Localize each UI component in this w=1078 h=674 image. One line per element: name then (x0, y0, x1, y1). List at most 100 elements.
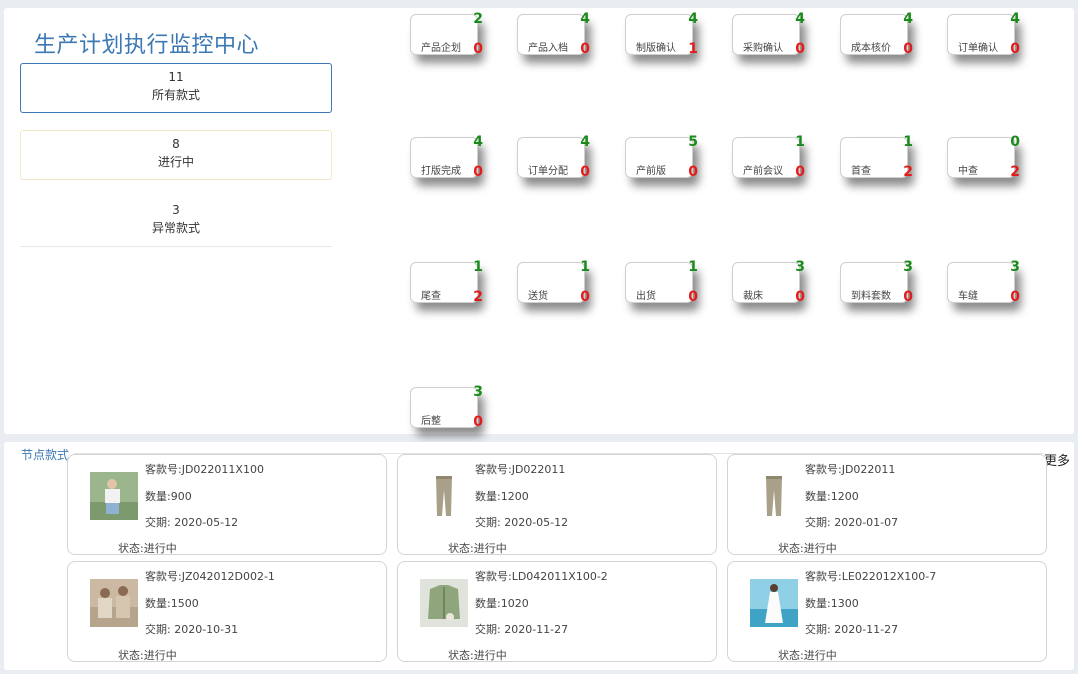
node-card[interactable]: 订单分配 4 0 (517, 134, 590, 180)
node-done-count: 1 (580, 259, 590, 275)
style-due-date: 交期: 2020-05-12 (145, 516, 239, 529)
node-abnormal-count: 0 (795, 164, 805, 180)
style-due-date: 交期: 2020-01-07 (805, 516, 899, 529)
style-quantity: 数量:1500 (145, 597, 199, 610)
style-quantity: 数量:1200 (805, 490, 859, 503)
style-card[interactable]: 客款号:JD022011X100 数量:900 交期: 2020-05-12 状… (67, 454, 387, 555)
node-card[interactable]: 订单确认 4 0 (947, 11, 1020, 57)
node-abnormal-count: 0 (688, 164, 698, 180)
node-card[interactable]: 首查 1 2 (840, 134, 913, 180)
section-title: 节点款式 (21, 448, 70, 462)
node-card[interactable]: 车缝 3 0 (947, 259, 1020, 305)
khaki-pants (766, 476, 782, 516)
node-done-count: 4 (580, 134, 590, 150)
green-jacket-photo (420, 579, 468, 627)
node-done-count: 5 (688, 134, 698, 150)
summary-count: 11 (168, 70, 184, 84)
summary-in-progress[interactable]: 8 进行中 (20, 130, 332, 180)
node-done-count: 4 (1010, 11, 1020, 27)
summary-abnormal-styles[interactable]: 3 异常款式 (20, 197, 332, 247)
node-abnormal-count: 0 (795, 289, 805, 305)
node-label: 订单确认 (958, 43, 998, 54)
node-card[interactable]: 打版完成 4 0 (410, 134, 483, 180)
node-label: 首查 (851, 166, 871, 177)
style-card[interactable]: 客款号:LE022012X100-7 数量:1300 交期: 2020-11-2… (727, 561, 1047, 662)
node-card[interactable]: 产前会议 1 0 (732, 134, 805, 180)
style-number: 客款号:JD022011 (805, 463, 896, 476)
tshirt-photo (90, 472, 138, 520)
style-status: 状态:进行中 (448, 542, 507, 555)
style-card[interactable]: 客款号:JD022011 数量:1200 交期: 2020-05-12 状态:进… (397, 454, 717, 555)
node-label: 送货 (528, 291, 548, 302)
node-card[interactable]: 产品企划 2 0 (410, 11, 483, 57)
node-abnormal-count: 0 (580, 41, 590, 57)
style-card[interactable]: 客款号:JD022011 数量:1200 交期: 2020-01-07 状态:进… (727, 454, 1047, 555)
style-number: 客款号:JD022011X100 (145, 463, 264, 476)
style-status: 状态:进行中 (118, 649, 177, 662)
style-number: 客款号:JD022011 (475, 463, 566, 476)
more-link[interactable]: 更多 (1044, 450, 1070, 469)
node-card[interactable]: 到料套数 3 0 (840, 259, 913, 305)
node-abnormal-count: 0 (903, 289, 913, 305)
summary-count: 8 (172, 137, 180, 151)
node-label: 订单分配 (528, 166, 568, 177)
node-done-count: 4 (473, 134, 483, 150)
node-done-count: 3 (1010, 259, 1020, 275)
style-status: 状态:进行中 (778, 649, 837, 662)
node-done-count: 3 (795, 259, 805, 275)
node-card[interactable]: 出货 1 0 (625, 259, 698, 305)
style-card[interactable]: 客款号:JZ042012D002-1 数量:1500 交期: 2020-10-3… (67, 561, 387, 662)
node-card[interactable]: 送货 1 0 (517, 259, 590, 305)
node-abnormal-count: 0 (903, 41, 913, 57)
node-label: 打版完成 (421, 166, 461, 177)
node-label: 产前会议 (743, 166, 783, 177)
node-card[interactable]: 采购确认 4 0 (732, 11, 805, 57)
style-due-date: 交期: 2020-05-12 (475, 516, 569, 529)
summary-label: 所有款式 (151, 88, 200, 102)
page-title: 生产计划执行监控中心 (34, 33, 260, 58)
node-label: 尾查 (421, 291, 441, 302)
style-quantity: 数量:1300 (805, 597, 859, 610)
node-done-count: 4 (688, 11, 698, 27)
summary-label: 进行中 (157, 155, 194, 169)
style-due-date: 交期: 2020-11-27 (475, 623, 569, 636)
node-done-count: 1 (903, 134, 913, 150)
node-abnormal-count: 2 (903, 164, 913, 180)
style-quantity: 数量:1020 (475, 597, 529, 610)
node-card[interactable]: 后整 3 0 (410, 384, 483, 430)
node-card[interactable]: 成本核价 4 0 (840, 11, 913, 57)
node-abnormal-count: 2 (1010, 164, 1020, 180)
style-status: 状态:进行中 (778, 542, 837, 555)
node-label: 产品企划 (421, 43, 461, 54)
node-done-count: 1 (688, 259, 698, 275)
node-done-count: 4 (580, 11, 590, 27)
node-label: 出货 (636, 291, 656, 302)
style-card[interactable]: 客款号:LD042011X100-2 数量:1020 交期: 2020-11-2… (397, 561, 717, 662)
node-card[interactable]: 产品入档 4 0 (517, 11, 590, 57)
node-done-count: 3 (903, 259, 913, 275)
style-quantity: 数量:1200 (475, 490, 529, 503)
node-abnormal-count: 0 (580, 164, 590, 180)
style-number: 客款号:LD042011X100-2 (475, 570, 608, 583)
node-done-count: 2 (473, 11, 483, 27)
node-label: 产前版 (636, 166, 666, 177)
khaki-pants (436, 476, 452, 516)
node-label: 制版确认 (636, 43, 676, 54)
node-done-count: 1 (473, 259, 483, 275)
node-abnormal-count: 1 (688, 41, 698, 57)
node-abnormal-count: 0 (473, 164, 483, 180)
node-card[interactable]: 中查 0 2 (947, 134, 1020, 180)
node-abnormal-count: 0 (1010, 289, 1020, 305)
node-card[interactable]: 尾查 1 2 (410, 259, 483, 305)
node-card[interactable]: 裁床 3 0 (732, 259, 805, 305)
node-label: 中查 (958, 166, 978, 177)
node-abnormal-count: 2 (473, 289, 483, 305)
node-abnormal-count: 0 (688, 289, 698, 305)
node-card[interactable]: 产前版 5 0 (625, 134, 698, 180)
node-label: 后整 (421, 416, 441, 427)
node-card[interactable]: 制版确认 4 1 (625, 11, 698, 57)
node-abnormal-count: 0 (580, 289, 590, 305)
beige-knit-photo (90, 579, 138, 627)
style-status: 状态:进行中 (118, 542, 177, 555)
summary-all-styles[interactable]: 11 所有款式 (20, 63, 332, 113)
